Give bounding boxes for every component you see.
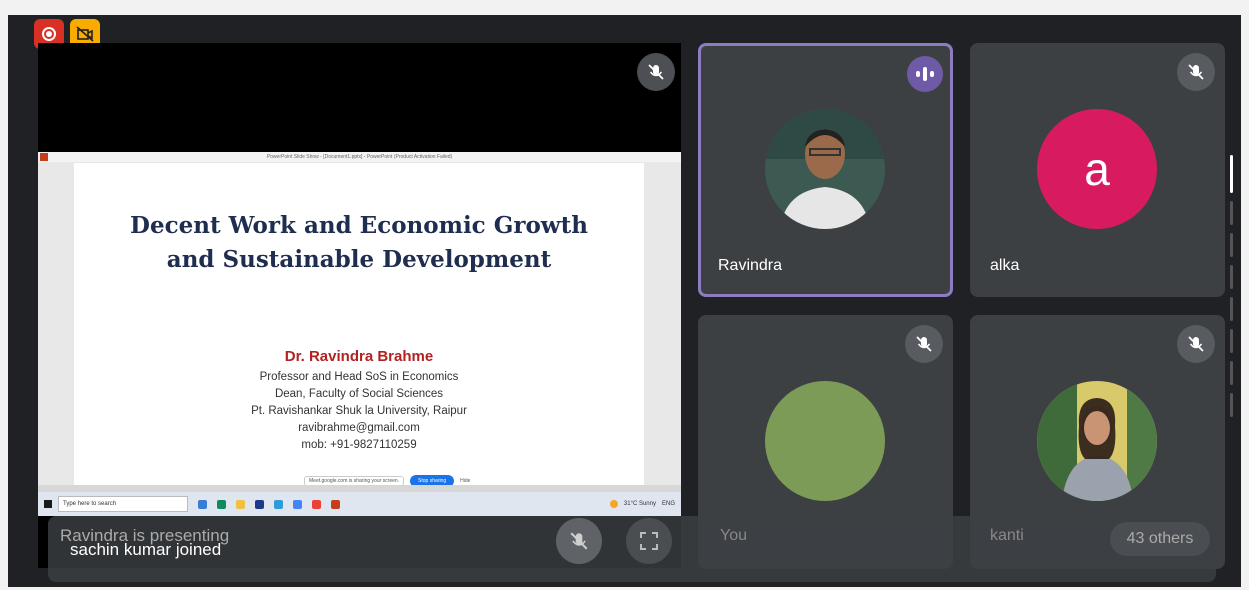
slide-line: Pt. Ravishankar Shuk la University, Raip…: [251, 405, 467, 417]
store-icon[interactable]: [255, 499, 264, 509]
fullscreen-icon: [640, 532, 658, 550]
mic-off-icon: [1177, 325, 1215, 363]
fullscreen-button[interactable]: [626, 518, 672, 564]
avatar: [1037, 381, 1157, 501]
bottom-info-bar: Ravindra is presenting sachin kumar join…: [48, 516, 1216, 582]
file-explorer-icon[interactable]: [236, 499, 245, 509]
speaking-indicator-icon: [907, 56, 943, 92]
slide: Decent Work and Economic Growth and Sust…: [74, 163, 644, 487]
tray-language: ENG: [661, 501, 675, 507]
weather-text: 31°C Sunny: [623, 501, 656, 507]
presentation-tile[interactable]: PowerPoint Slide Show - [Document1.pptx]…: [38, 43, 681, 568]
window-title: PowerPoint Slide Show - [Document1.pptx]…: [266, 154, 453, 160]
powerpoint-titlebar: PowerPoint Slide Show - [Document1.pptx]…: [38, 152, 681, 162]
participant-name: alka: [990, 257, 1020, 274]
meet-window: PowerPoint Slide Show - [Document1.pptx]…: [8, 15, 1241, 587]
participant-name: Ravindra: [718, 257, 783, 274]
mic-off-icon: [905, 325, 943, 363]
hide-link[interactable]: Hide: [460, 478, 470, 484]
others-button[interactable]: 43 others: [1110, 522, 1210, 556]
shared-screen: PowerPoint Slide Show - [Document1.pptx]…: [38, 152, 681, 516]
powerpoint-icon: [40, 153, 48, 161]
kanti-tile-label: kanti: [990, 527, 1024, 544]
system-tray: 31°C Sunny ENG: [609, 492, 675, 516]
windows-start-icon[interactable]: [44, 500, 52, 508]
presentation-mute-button[interactable]: [556, 518, 602, 564]
chrome-icon[interactable]: [293, 499, 302, 509]
mic-off-icon: [1177, 53, 1215, 91]
participant-scrollbar[interactable]: [1230, 155, 1234, 465]
avatar-initial: a: [1037, 109, 1157, 229]
app-icon[interactable]: [312, 499, 321, 509]
mic-off-icon: [570, 532, 588, 550]
mic-off-icon: [637, 53, 675, 91]
slide-line: Professor and Head SoS in Economics: [259, 371, 459, 383]
app-icon[interactable]: [274, 499, 283, 509]
slide-line: mob: +91-9827110259: [301, 439, 417, 451]
weather-icon: [609, 500, 618, 508]
you-tile-label: You: [720, 527, 747, 544]
windows-taskbar: Type here to search 31°C Sunny ENG: [38, 492, 681, 516]
participant-tile-ravindra[interactable]: Ravindra: [698, 43, 953, 297]
slide-line: Dean, Faculty of Social Sciences: [274, 388, 444, 400]
avatar: [765, 381, 885, 501]
powerpoint-statusbar: [38, 485, 681, 492]
participant-tile-alka[interactable]: a alka: [970, 43, 1225, 297]
join-notification: sachin kumar joined: [70, 540, 222, 559]
taskbar-search-input[interactable]: Type here to search: [58, 496, 188, 512]
edge-icon[interactable]: [217, 499, 226, 509]
powerpoint-taskbar-icon[interactable]: [331, 499, 340, 509]
slide-title: Decent Work and Economic Growth and Sust…: [74, 209, 644, 277]
slide-author: Dr. Ravindra Brahme: [284, 348, 434, 365]
avatar: [765, 109, 885, 229]
slide-title-line-1: Decent Work and Economic Growth: [130, 212, 588, 239]
taskview-icon[interactable]: [198, 499, 207, 509]
slide-title-line-2: and Sustainable Development: [166, 246, 552, 273]
slide-line: ravibrahme@gmail.com: [298, 422, 420, 434]
